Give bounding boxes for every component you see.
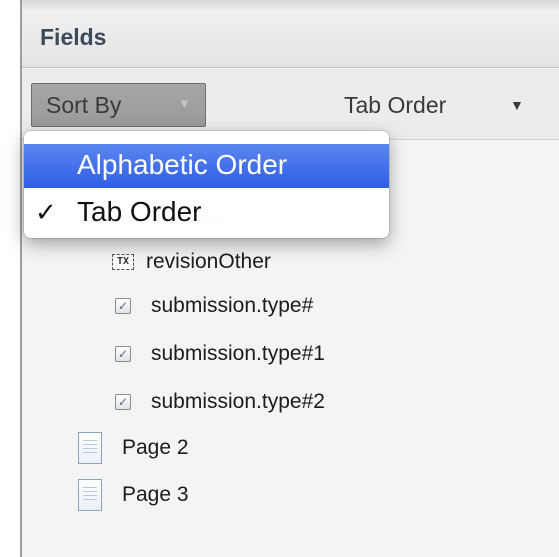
- tree-item-label: submission.type#2: [151, 390, 325, 413]
- tree-item-label: submission.type#: [151, 294, 314, 317]
- checkbox-icon: ✓: [115, 394, 131, 410]
- text-field-icon: TX: [112, 254, 134, 270]
- panel-title: Fields: [40, 24, 107, 50]
- panel-top-border: [22, 0, 559, 10]
- tree-item-field[interactable]: ✓ submission.type#: [112, 286, 313, 326]
- sort-by-label: Sort By: [46, 92, 122, 118]
- tree-item-field[interactable]: TX revisionOther: [112, 242, 271, 282]
- tree-item-label: Page 2: [122, 436, 189, 459]
- tree-item-label: Page 3: [122, 483, 189, 506]
- checkbox-icon: ✓: [115, 346, 131, 362]
- chevron-down-icon: ▼: [178, 96, 191, 111]
- tree-item-label: submission.type#1: [151, 342, 325, 365]
- checkmark-icon: ✓: [35, 197, 57, 227]
- tree-item-field[interactable]: ✓ submission.type#2: [112, 382, 325, 422]
- tree-item-page[interactable]: Page 2: [78, 428, 189, 468]
- page-icon: [78, 479, 102, 511]
- checkbox-icon: ✓: [115, 298, 131, 314]
- sort-order-select[interactable]: Tab Order ▼: [340, 83, 550, 127]
- menu-item-alphabetic-order[interactable]: Alphabetic Order: [24, 144, 389, 188]
- fields-panel: Fields Sort By ▼ Tab Order ▼ nitOthers T…: [20, 0, 559, 557]
- panel-header: Fields: [22, 10, 559, 68]
- sort-order-value: Tab Order: [344, 92, 447, 118]
- sort-order-menu: Alphabetic Order ✓ Tab Order: [24, 131, 389, 238]
- sort-by-button[interactable]: Sort By ▼: [31, 83, 206, 127]
- chevron-down-icon: ▼: [510, 97, 524, 113]
- tree-item-label: revisionOther: [146, 250, 271, 273]
- tree-item-page[interactable]: Page 3: [78, 475, 189, 515]
- tree-item-field[interactable]: ✓ submission.type#1: [112, 334, 325, 374]
- page-icon: [78, 432, 102, 464]
- menu-item-label: Tab Order: [77, 196, 202, 227]
- sort-toolbar: Sort By ▼ Tab Order ▼: [22, 69, 559, 140]
- menu-item-label: Alphabetic Order: [77, 149, 288, 180]
- menu-item-tab-order[interactable]: ✓ Tab Order: [24, 191, 389, 235]
